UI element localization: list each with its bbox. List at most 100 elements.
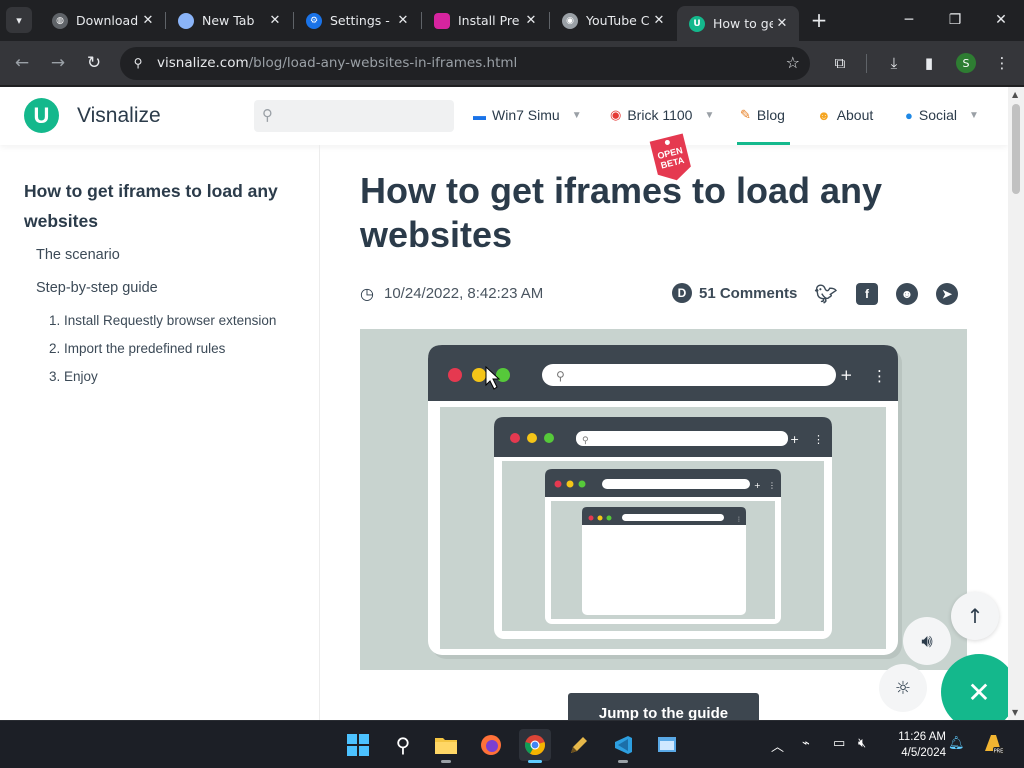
toc-item-scenario[interactable]: The scenario bbox=[36, 247, 120, 263]
window-app-icon bbox=[658, 737, 676, 752]
arrow-right-icon: → bbox=[50, 53, 66, 73]
telegram-share-icon[interactable]: ➤ bbox=[936, 283, 958, 305]
download-icon[interactable]: ⤓ bbox=[883, 52, 905, 74]
taskbar-app-8[interactable] bbox=[651, 729, 683, 761]
caret-down-icon: ▼ bbox=[704, 109, 715, 121]
nav-brick-1100[interactable]: ◉ Brick 1100 ▼ bbox=[610, 107, 714, 123]
network-icon[interactable]: ⌁ bbox=[802, 736, 810, 751]
close-icon[interactable]: ✕ bbox=[522, 12, 540, 30]
system-clock[interactable]: 11:26 AM 4/5/2024 bbox=[884, 729, 946, 761]
close-icon[interactable]: ✕ bbox=[139, 12, 157, 30]
speaker-icon: 🔊︎ bbox=[921, 630, 933, 652]
scroll-down-arrow-icon[interactable]: ▼ bbox=[1012, 708, 1018, 717]
restore-icon: ❐ bbox=[948, 12, 962, 28]
toc-title[interactable]: How to get iframes to load any websites bbox=[24, 176, 294, 236]
toc-subitem-import[interactable]: 2. Import the predefined rules bbox=[49, 341, 225, 356]
scroll-to-top-button[interactable]: ↑ bbox=[951, 592, 999, 640]
copilot-icon[interactable]: PRE bbox=[982, 731, 1004, 759]
site-info-icon[interactable]: ⚲ bbox=[130, 55, 146, 71]
theme-toggle-button[interactable]: ☼ bbox=[879, 664, 927, 712]
read-aloud-button[interactable]: 🔊︎ bbox=[903, 617, 951, 665]
restore-button[interactable]: ❐ bbox=[932, 0, 978, 40]
visnalize-icon: U bbox=[689, 15, 705, 32]
comments-link[interactable]: D 51 Comments bbox=[672, 283, 797, 303]
nav-label: Brick 1100 bbox=[627, 107, 693, 123]
close-icon[interactable]: ✕ bbox=[266, 12, 284, 30]
search-icon: ⚲ bbox=[262, 106, 273, 124]
scrollbar-thumb[interactable] bbox=[1012, 104, 1020, 194]
close-icon[interactable]: ✕ bbox=[394, 12, 412, 30]
tab-install[interactable]: Install Pre ✕ bbox=[422, 6, 548, 35]
toc-item-guide[interactable]: Step-by-step guide bbox=[36, 280, 158, 296]
jump-to-guide-button[interactable]: Jump to the guide bbox=[568, 693, 759, 720]
forward-button[interactable]: → bbox=[45, 50, 71, 76]
reload-button[interactable]: ↻ bbox=[81, 50, 107, 76]
monitor-icon: ▬ bbox=[473, 107, 486, 123]
taskbar-app-7[interactable] bbox=[607, 729, 639, 763]
close-window-button[interactable]: ✕ bbox=[978, 0, 1024, 40]
minimize-button[interactable]: ─ bbox=[886, 0, 932, 40]
tab-title: YouTube C bbox=[586, 13, 650, 28]
file-explorer-button[interactable] bbox=[430, 729, 462, 763]
site-brand[interactable]: Visnalize bbox=[77, 104, 161, 128]
caret-down-icon: ▼ bbox=[969, 109, 979, 121]
twitter-share-icon[interactable]: 🐦︎ bbox=[815, 283, 838, 305]
plus-icon: + bbox=[810, 8, 828, 32]
globe-icon: ● bbox=[905, 107, 913, 123]
page-scrollbar[interactable]: ▲ ▼ bbox=[1008, 87, 1024, 720]
site-search[interactable]: ⚲ bbox=[254, 100, 454, 132]
nav-label: Social bbox=[918, 107, 957, 123]
close-icon[interactable]: ✕ bbox=[773, 15, 791, 33]
nav-social[interactable]: ● Social ▼ bbox=[905, 107, 979, 123]
monitor-tray-icon[interactable]: ▭ bbox=[833, 736, 845, 751]
tab-new-tab[interactable]: New Tab ✕ bbox=[166, 6, 292, 35]
tab-search-button[interactable]: ▾ bbox=[6, 7, 32, 33]
svg-text:PRE: PRE bbox=[994, 749, 1004, 755]
svg-text:⋮: ⋮ bbox=[813, 433, 824, 446]
facebook-share-icon[interactable]: f bbox=[856, 283, 878, 305]
nav-win7-simu[interactable]: ▬ Win7 Simu ▼ bbox=[473, 107, 582, 123]
arrow-left-icon: ← bbox=[14, 53, 30, 73]
menu-kebab-icon[interactable]: ⋮ bbox=[991, 52, 1013, 74]
close-menu-button[interactable]: ✕ bbox=[941, 654, 1017, 720]
tab-strip: ▾ ◍ Download ✕ New Tab ✕ ⚙ Settings - ✕ … bbox=[0, 0, 1024, 41]
globe-icon: ◍ bbox=[52, 12, 68, 29]
pencil-app-icon bbox=[571, 737, 587, 753]
show-hidden-icons-icon[interactable]: ︿ bbox=[771, 736, 784, 755]
start-button[interactable] bbox=[342, 729, 374, 761]
close-icon[interactable]: ✕ bbox=[650, 12, 668, 30]
new-tab-button[interactable]: + bbox=[807, 8, 831, 32]
tab-download[interactable]: ◍ Download ✕ bbox=[40, 6, 165, 35]
address-bar[interactable]: ⚲ visnalize.com/blog/load-any-websites-i… bbox=[120, 47, 810, 80]
firefox-button[interactable] bbox=[475, 729, 507, 761]
tab-youtube[interactable]: ◉ YouTube C ✕ bbox=[550, 6, 676, 35]
svg-text:⋮: ⋮ bbox=[736, 516, 742, 523]
bookmark-star-icon[interactable]: ☆ bbox=[786, 53, 800, 72]
reddit-share-icon[interactable]: ☻ bbox=[896, 283, 918, 305]
nested-browsers-illustration: ⚲ + ⋮ ⚲ + ⋮ + ⋮ ⋮ bbox=[428, 345, 902, 659]
toc-subitem-enjoy[interactable]: 3. Enjoy bbox=[49, 369, 98, 384]
notification-bell-icon[interactable]: 🔔︎ bbox=[948, 736, 965, 751]
taskbar-app-6[interactable] bbox=[563, 729, 595, 761]
vscode-icon bbox=[615, 736, 632, 754]
tab-how-to[interactable]: U How to ge ✕ bbox=[677, 6, 799, 41]
side-panel-icon[interactable]: ▮ bbox=[918, 52, 940, 74]
nav-blog[interactable]: ✎ Blog bbox=[740, 107, 785, 123]
profile-avatar[interactable]: S bbox=[956, 53, 976, 73]
chrome-taskbar-button[interactable] bbox=[519, 729, 551, 763]
volume-muted-icon[interactable]: 🔇︎ bbox=[858, 736, 866, 751]
firefox-icon bbox=[481, 735, 501, 755]
nav-about[interactable]: ☻ About bbox=[817, 107, 873, 123]
site-search-input[interactable] bbox=[286, 106, 446, 126]
scroll-up-arrow-icon[interactable]: ▲ bbox=[1012, 90, 1018, 99]
running-indicator bbox=[441, 760, 451, 763]
url-text[interactable]: visnalize.com/blog/load-any-websites-in-… bbox=[157, 55, 517, 71]
minimize-icon: ─ bbox=[904, 12, 914, 28]
back-button[interactable]: ← bbox=[9, 50, 35, 76]
extensions-icon[interactable]: ⧉ bbox=[829, 52, 851, 74]
tab-settings[interactable]: ⚙ Settings - ✕ bbox=[294, 6, 420, 35]
site-logo[interactable]: U bbox=[24, 98, 59, 133]
svg-text:⚲: ⚲ bbox=[582, 436, 589, 446]
toc-subitem-install[interactable]: 1. Install Requestly browser extension bbox=[49, 313, 276, 328]
taskbar-search-button[interactable]: ⚲ bbox=[387, 729, 419, 761]
